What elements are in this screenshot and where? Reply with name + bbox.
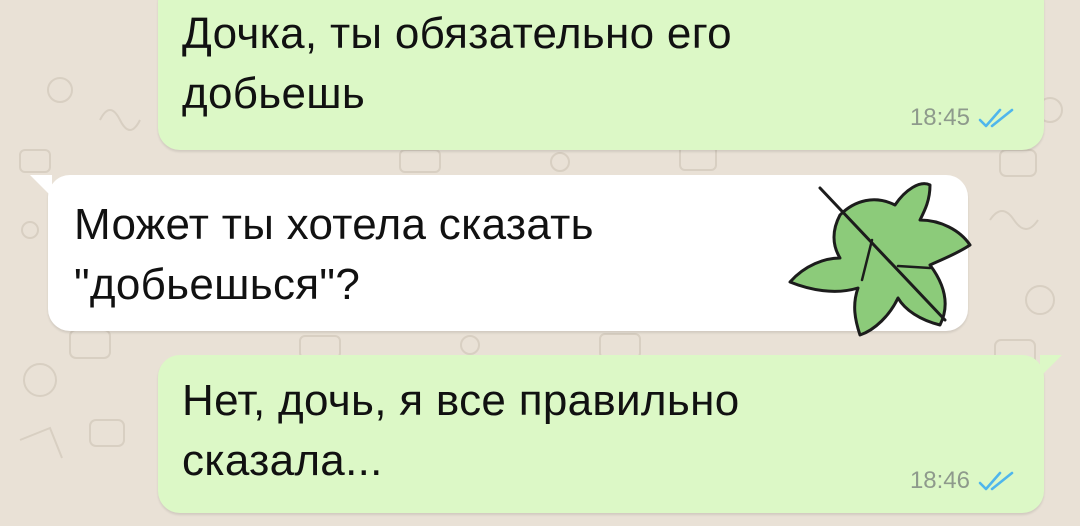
message-text: Нет, дочь, я все правильно сказала... [182,376,740,485]
message-bubble-outgoing[interactable]: Нет, дочь, я все правильно сказала... 18… [158,355,1062,513]
bubble-tail [1040,355,1062,377]
double-check-read-icon [978,108,1014,128]
message-text: Может ты хотела сказать "добьешься"? [74,200,594,309]
bubble-tail [1040,0,1062,2]
bubble-tail [30,175,52,197]
message-time: 18:45 [909,104,970,131]
leaf-icon[interactable] [780,170,980,345]
message-meta: 18:45 [910,104,1016,132]
message-meta: 18:46 [910,467,1016,495]
double-check-read-icon [978,471,1014,491]
message-bubble-outgoing[interactable]: Дочка, ты обязательно его добьешь 18:45 [158,0,1062,150]
message-time: 18:46 [909,467,970,494]
message-text: Дочка, ты обязательно его добьешь [182,9,732,118]
